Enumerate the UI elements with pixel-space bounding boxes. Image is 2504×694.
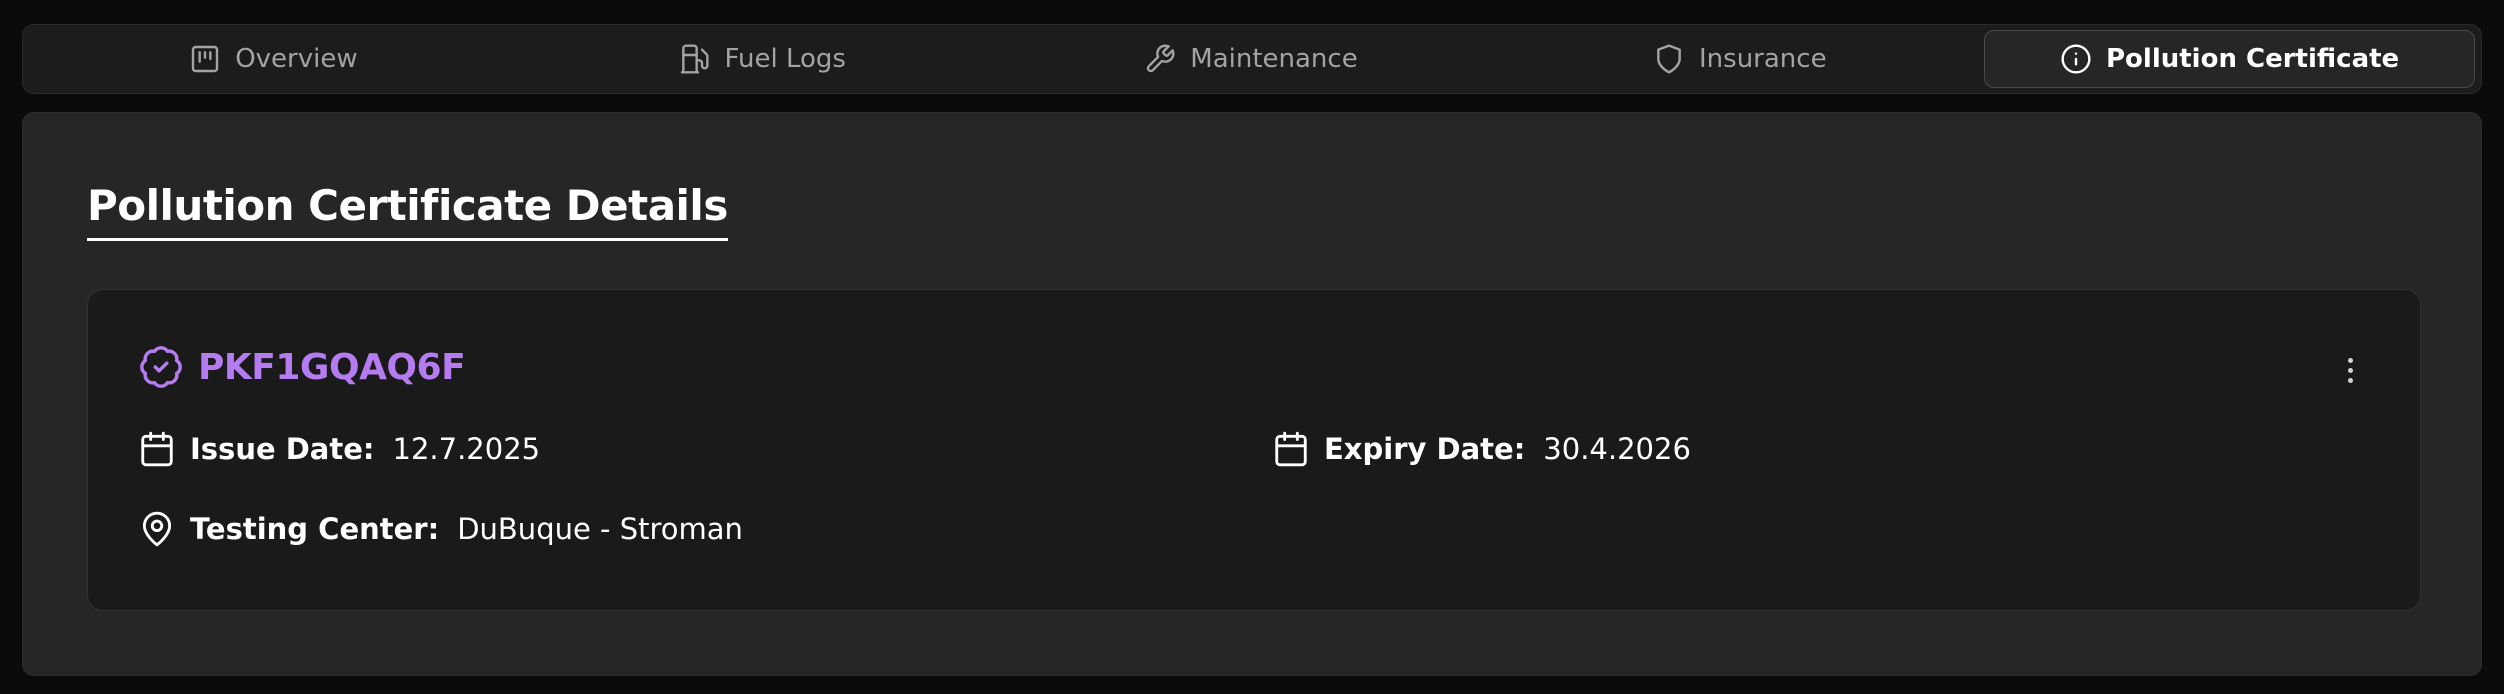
- calendar-icon: [141, 431, 173, 467]
- info-icon: [2061, 44, 2091, 74]
- tab-fuel-logs[interactable]: Fuel Logs: [518, 30, 1007, 88]
- dot: [2347, 357, 2353, 363]
- dot: [2347, 377, 2353, 383]
- badge-check-icon: [140, 346, 182, 388]
- section-title: Pollution Certificate Details: [87, 181, 728, 241]
- tab-label: Insurance: [1699, 44, 1827, 74]
- tab-insurance[interactable]: Insurance: [1495, 30, 1984, 88]
- chart-icon: [191, 45, 219, 73]
- issue-date-label: Issue Date:: [190, 432, 375, 466]
- testing-center-value: DuBuque - Stroman: [457, 512, 743, 546]
- issue-date-value: 12.7.2025: [392, 432, 541, 466]
- calendar-icon: [1275, 431, 1307, 467]
- expiry-date-value: 30.4.2026: [1543, 432, 1691, 466]
- certificate-header: PKF1GQAQ6F: [138, 344, 466, 390]
- tab-bar: Overview Fuel Logs Maintenance Insurance…: [22, 24, 2482, 94]
- tab-label: Maintenance: [1190, 44, 1358, 74]
- shield-icon: [1657, 44, 1681, 74]
- certificate-card: PKF1GQAQ6F Issue Date: 12.7.2025 Expiry …: [87, 289, 2421, 611]
- tab-label: Fuel Logs: [724, 44, 846, 74]
- content-panel: Pollution Certificate Details PKF1GQAQ6F…: [22, 112, 2482, 676]
- testing-center-label: Testing Center:: [190, 512, 440, 546]
- fuel-pump-icon: [681, 44, 709, 74]
- map-pin-icon: [142, 511, 172, 547]
- tab-maintenance[interactable]: Maintenance: [1007, 30, 1496, 88]
- tab-pollution-certificate[interactable]: Pollution Certificate: [1984, 30, 2475, 88]
- more-options-button[interactable]: [2340, 350, 2360, 390]
- dot: [2347, 367, 2353, 373]
- tab-label: Pollution Certificate: [2105, 44, 2400, 74]
- tab-overview[interactable]: Overview: [29, 30, 518, 88]
- expiry-date-label: Expiry Date:: [1324, 432, 1526, 466]
- testing-center-row: Testing Center: DuBuque - Stroman: [138, 510, 743, 548]
- certificate-number: PKF1GQAQ6F: [198, 346, 466, 388]
- wrench-icon: [1147, 44, 1175, 73]
- tab-label: Overview: [235, 44, 358, 74]
- expiry-date-row: Expiry Date: 30.4.2026: [1272, 430, 1691, 468]
- issue-date-row: Issue Date: 12.7.2025: [138, 430, 540, 468]
